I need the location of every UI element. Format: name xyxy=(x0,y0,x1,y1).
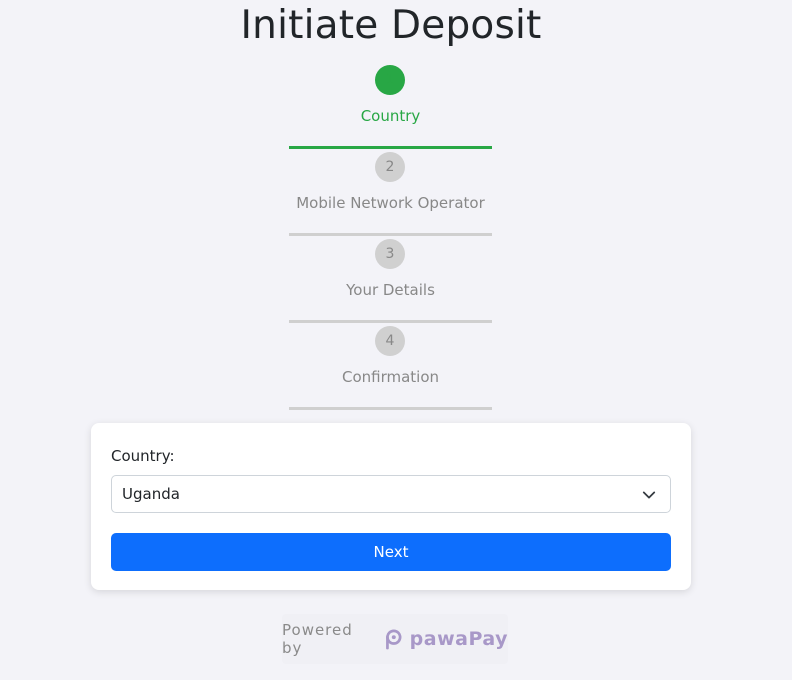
country-select[interactable]: Uganda xyxy=(111,475,671,513)
step-label-your-details: Your Details xyxy=(346,281,435,299)
brand-name: pawaPay xyxy=(409,628,508,650)
next-button[interactable]: Next xyxy=(111,533,671,571)
step-label-confirmation: Confirmation xyxy=(341,368,440,386)
chevron-down-icon xyxy=(642,491,656,499)
step-indicator-1: 1 xyxy=(375,65,405,95)
step-indicator-2: 2 xyxy=(375,152,405,182)
step-indicator-3: 3 xyxy=(375,239,405,269)
country-select-value: Uganda xyxy=(122,485,180,503)
step-label-country: Country xyxy=(360,107,421,125)
step-progress-bar-4 xyxy=(289,407,492,410)
step-label-mobile-network-operator: Mobile Network Operator xyxy=(296,194,485,212)
page-title: Initiate Deposit xyxy=(240,3,542,48)
pawapay-logo-icon xyxy=(385,629,402,650)
deposit-form-card: Country: Uganda Next xyxy=(91,423,691,590)
step-mobile-network-operator: 2 Mobile Network Operator xyxy=(289,149,492,236)
powered-by-badge: Powered by pawaPay xyxy=(282,614,508,664)
step-country: 1 Country xyxy=(289,62,492,149)
deposit-stepper: 1 Country 2 Mobile Network Operator 3 Yo… xyxy=(289,62,492,410)
step-confirmation: 4 Confirmation xyxy=(289,323,492,410)
step-indicator-4: 4 xyxy=(375,326,405,356)
step-your-details: 3 Your Details xyxy=(289,236,492,323)
powered-by-text: Powered by xyxy=(282,621,353,657)
country-field-label: Country: xyxy=(111,447,175,465)
